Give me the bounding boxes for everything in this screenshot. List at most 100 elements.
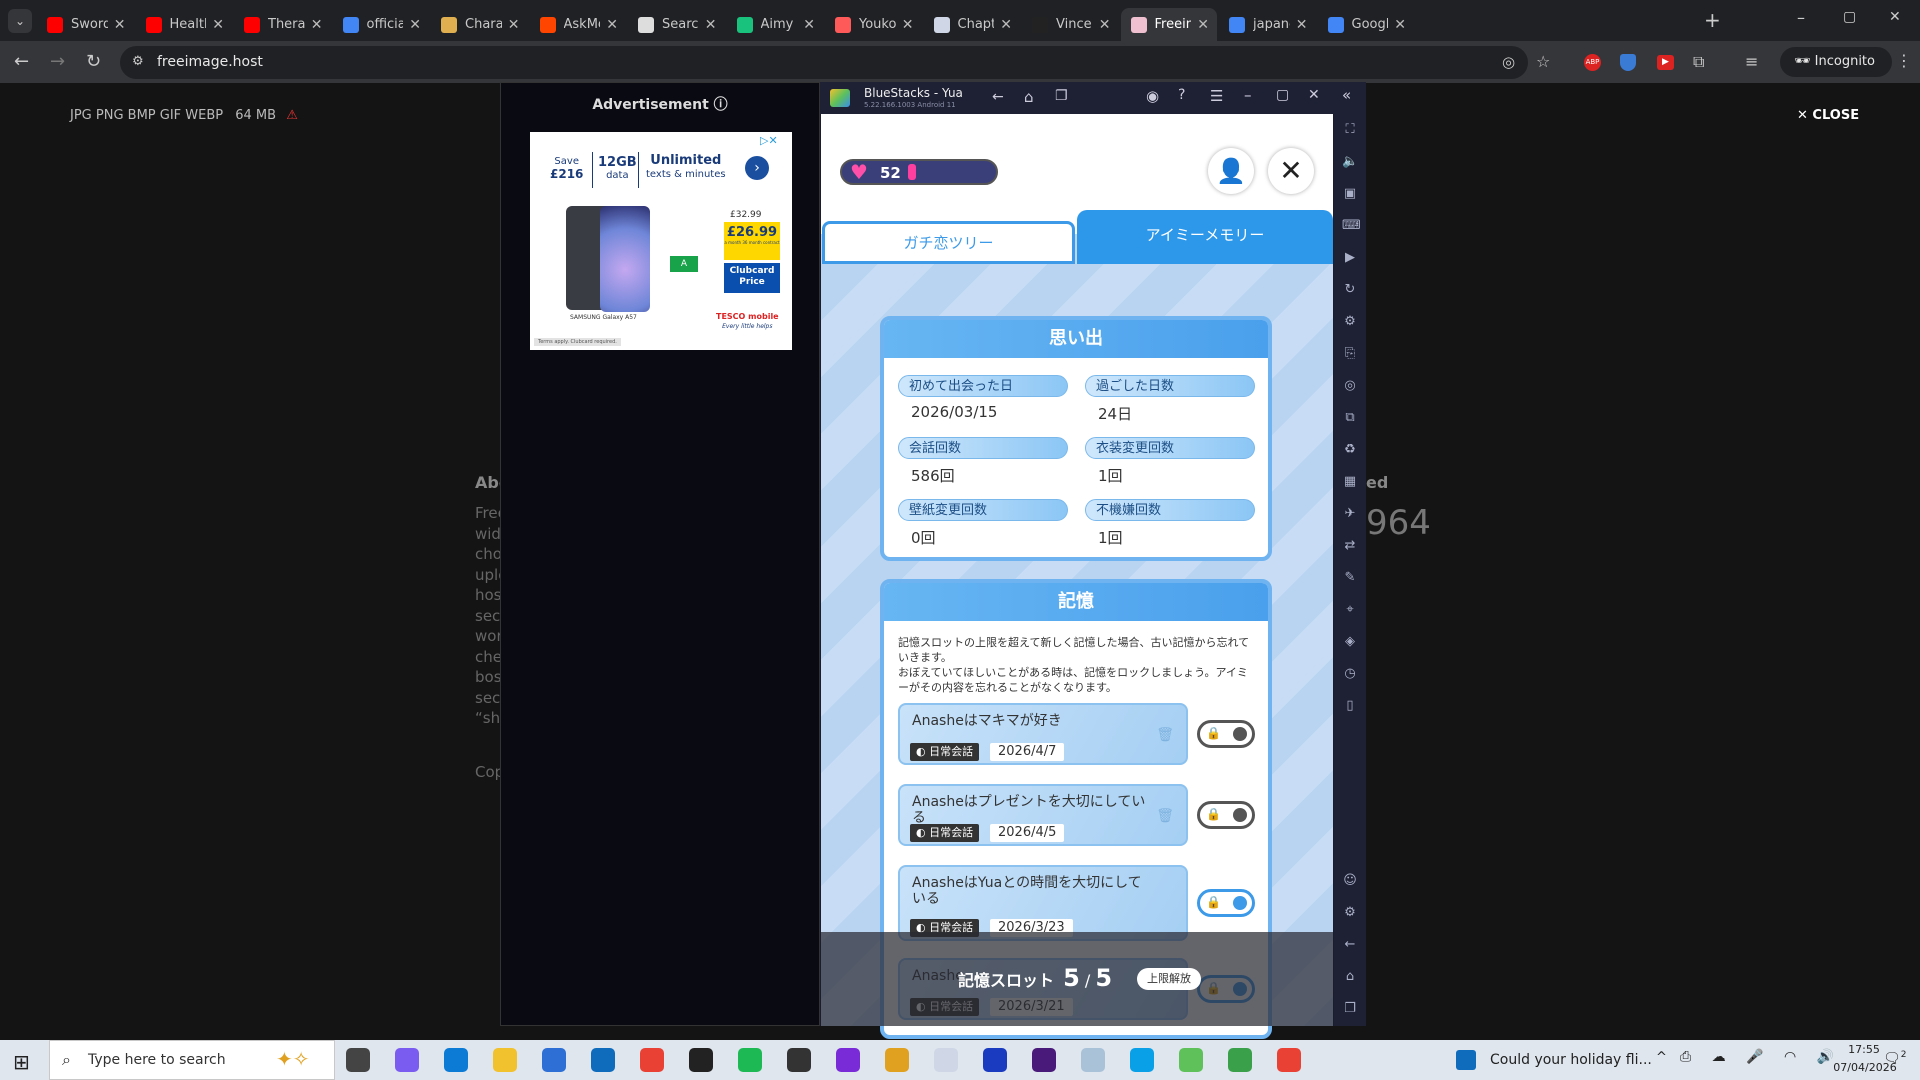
trash-icon[interactable]: 🗑	[1156, 727, 1174, 743]
minimize-button[interactable]: –	[1797, 8, 1805, 27]
memory-lock-toggle[interactable]: 🔒	[1197, 801, 1255, 829]
browser-tab[interactable]: Therapist ✕	[234, 8, 331, 41]
android-home-icon[interactable]: ⌂	[1342, 969, 1358, 985]
browser-tab[interactable]: Search th ✕	[628, 8, 725, 41]
memory-item[interactable]: Anasheはプレゼントを大切にしている ◐ 日常会話 2026/4/5 🗑	[898, 784, 1188, 846]
sync-icon[interactable]: ⇄	[1342, 538, 1358, 554]
browser-tab[interactable]: Freeimag ✕	[1120, 8, 1217, 41]
extensions-puzzle-icon[interactable]: ⧉	[1693, 52, 1704, 72]
outlook-icon[interactable]	[591, 1048, 615, 1072]
bs-maximize-icon[interactable]: ▢	[1276, 87, 1289, 103]
bs-account-icon[interactable]: ◉	[1146, 87, 1159, 105]
macro-icon[interactable]: ▶	[1342, 250, 1358, 266]
app-cyan-icon[interactable]	[1130, 1048, 1154, 1072]
tracking-icon[interactable]: ◎	[1502, 53, 1515, 71]
back-button[interactable]: ←	[14, 51, 29, 72]
bs-recents-icon[interactable]: ❐	[1055, 88, 1068, 104]
bluestacks-taskbar-icon[interactable]	[1179, 1048, 1203, 1072]
bs-minimize-icon[interactable]: –	[1244, 86, 1252, 104]
tab-gachikoi-tree[interactable]: ガチ恋ツリー	[822, 221, 1075, 264]
taskbar-search[interactable]: ⌕ Type here to search ✦✧	[49, 1040, 335, 1080]
bs-back-icon[interactable]: ←	[992, 89, 1004, 105]
browser-tab[interactable]: Aimy API ✕	[727, 8, 824, 41]
layers-icon[interactable]: ◈	[1342, 634, 1358, 650]
adblock-extension-icon[interactable]: ABP	[1584, 54, 1601, 71]
video-extension-icon[interactable]: ▶	[1657, 55, 1674, 70]
bs-help-icon[interactable]: ?	[1178, 87, 1185, 103]
tab-close-icon[interactable]: ✕	[606, 17, 618, 33]
media-manager-icon[interactable]: ▦	[1342, 474, 1358, 490]
browser-tab[interactable]: Google I ✕	[1318, 8, 1415, 41]
browser-tab[interactable]: official ar ✕	[333, 8, 430, 41]
file-explorer-icon[interactable]	[493, 1048, 517, 1072]
browser-tab[interactable]: Chapter ✕	[924, 8, 1021, 41]
memory-lock-toggle[interactable]: 🔒	[1197, 720, 1255, 748]
address-bar[interactable]: ⚙ freeimage.host ◎ ☆	[120, 46, 1550, 79]
android-recents-icon[interactable]: ❐	[1342, 1001, 1358, 1017]
copilot-icon[interactable]	[395, 1048, 419, 1072]
tab-close-icon[interactable]: ✕	[409, 17, 421, 33]
tab-close-icon[interactable]: ✕	[1296, 17, 1308, 33]
fullscreen-icon[interactable]: ⛶	[1342, 122, 1358, 138]
close-button[interactable]: ✕ CLOSE	[1797, 108, 1859, 123]
settings-gear-icon[interactable]: ⚙	[1342, 905, 1358, 921]
forward-button[interactable]: →	[50, 51, 65, 72]
airplane-icon[interactable]: ✈	[1342, 506, 1358, 522]
screen-record-icon[interactable]: ▣	[1342, 186, 1358, 202]
app-green-icon[interactable]	[1228, 1048, 1252, 1072]
profile-button[interactable]: 👤	[1208, 148, 1254, 194]
android-back-icon[interactable]: ←	[1342, 937, 1358, 953]
tab-close-icon[interactable]: ✕	[212, 17, 224, 33]
tab-close-icon[interactable]: ✕	[1099, 17, 1111, 33]
browser-tab[interactable]: Vince Sta ✕	[1022, 8, 1119, 41]
store-icon[interactable]	[542, 1048, 566, 1072]
chrome-dev-icon[interactable]	[885, 1048, 909, 1072]
live-app-icon[interactable]	[689, 1048, 713, 1072]
location-icon[interactable]: ⌖	[1342, 602, 1358, 618]
volume-icon[interactable]: 🔈	[1342, 154, 1358, 170]
tab-aimy-memory[interactable]: アイミーメモリー	[1077, 210, 1333, 264]
ad-arrow-button[interactable]: ›	[745, 156, 769, 180]
browser-tab[interactable]: japanese ✕	[1219, 8, 1316, 41]
media-queue-icon[interactable]: ≡	[1745, 52, 1758, 71]
shield-extension-icon[interactable]	[1620, 54, 1636, 71]
menu-kebab-icon[interactable]: ⋮	[1896, 51, 1912, 70]
app-blue-icon[interactable]	[983, 1048, 1007, 1072]
memory-lock-toggle[interactable]: 🔒	[1197, 889, 1255, 917]
browser-tab[interactable]: Characte ✕	[431, 8, 528, 41]
rotate-icon[interactable]: ↻	[1342, 282, 1358, 298]
close-window-button[interactable]: ✕	[1889, 9, 1901, 25]
tab-close-icon[interactable]: ✕	[1197, 17, 1209, 33]
app-dark-purple-icon[interactable]	[1032, 1048, 1056, 1072]
task-view-icon[interactable]	[346, 1048, 370, 1072]
maximize-button[interactable]: ▢	[1843, 9, 1856, 25]
bs-close-icon[interactable]: ✕	[1308, 87, 1320, 103]
edge-icon[interactable]	[444, 1048, 468, 1072]
incognito-badge[interactable]: 🕶 Incognito	[1780, 47, 1892, 77]
ad-choices-icon[interactable]: ▷✕	[760, 134, 778, 147]
bookmark-star-icon[interactable]: ☆	[1536, 52, 1550, 71]
bs-collapse-icon[interactable]: «	[1342, 86, 1351, 104]
site-info-icon[interactable]: ⚙	[132, 54, 144, 69]
trash-icon[interactable]: 🗑	[1156, 808, 1174, 824]
bs-menu-icon[interactable]: ☰	[1210, 87, 1223, 105]
app-feather-icon[interactable]	[934, 1048, 958, 1072]
tray-icons[interactable]: ⎙ ☁ 🎤 ◠ 🔊	[1680, 1049, 1842, 1065]
notifications-button[interactable]: 🗨2	[1883, 1050, 1907, 1067]
tab-close-icon[interactable]: ✕	[902, 17, 914, 33]
browser-tab[interactable]: Youkoso ✕	[825, 8, 922, 41]
screenshot-icon[interactable]: ◎	[1342, 378, 1358, 394]
bs-home-icon[interactable]: ⌂	[1024, 88, 1034, 106]
sidebar-toggle-icon[interactable]: ▯	[1342, 698, 1358, 714]
chrome-active-icon[interactable]	[1277, 1048, 1301, 1072]
memory-item[interactable]: Anasheはマキマが好き ◐ 日常会話 2026/4/7 🗑	[898, 703, 1188, 765]
app-paper-icon[interactable]	[1081, 1048, 1105, 1072]
app-purple-icon[interactable]	[836, 1048, 860, 1072]
tab-close-icon[interactable]: ✕	[803, 17, 815, 33]
tab-close-icon[interactable]: ✕	[1000, 17, 1012, 33]
new-tab-button[interactable]: +	[1704, 8, 1721, 32]
gamepad-icon[interactable]: ⚙	[1342, 314, 1358, 330]
tab-close-icon[interactable]: ✕	[508, 17, 520, 33]
spotify-icon[interactable]	[738, 1048, 762, 1072]
speed-icon[interactable]: ◷	[1342, 666, 1358, 682]
